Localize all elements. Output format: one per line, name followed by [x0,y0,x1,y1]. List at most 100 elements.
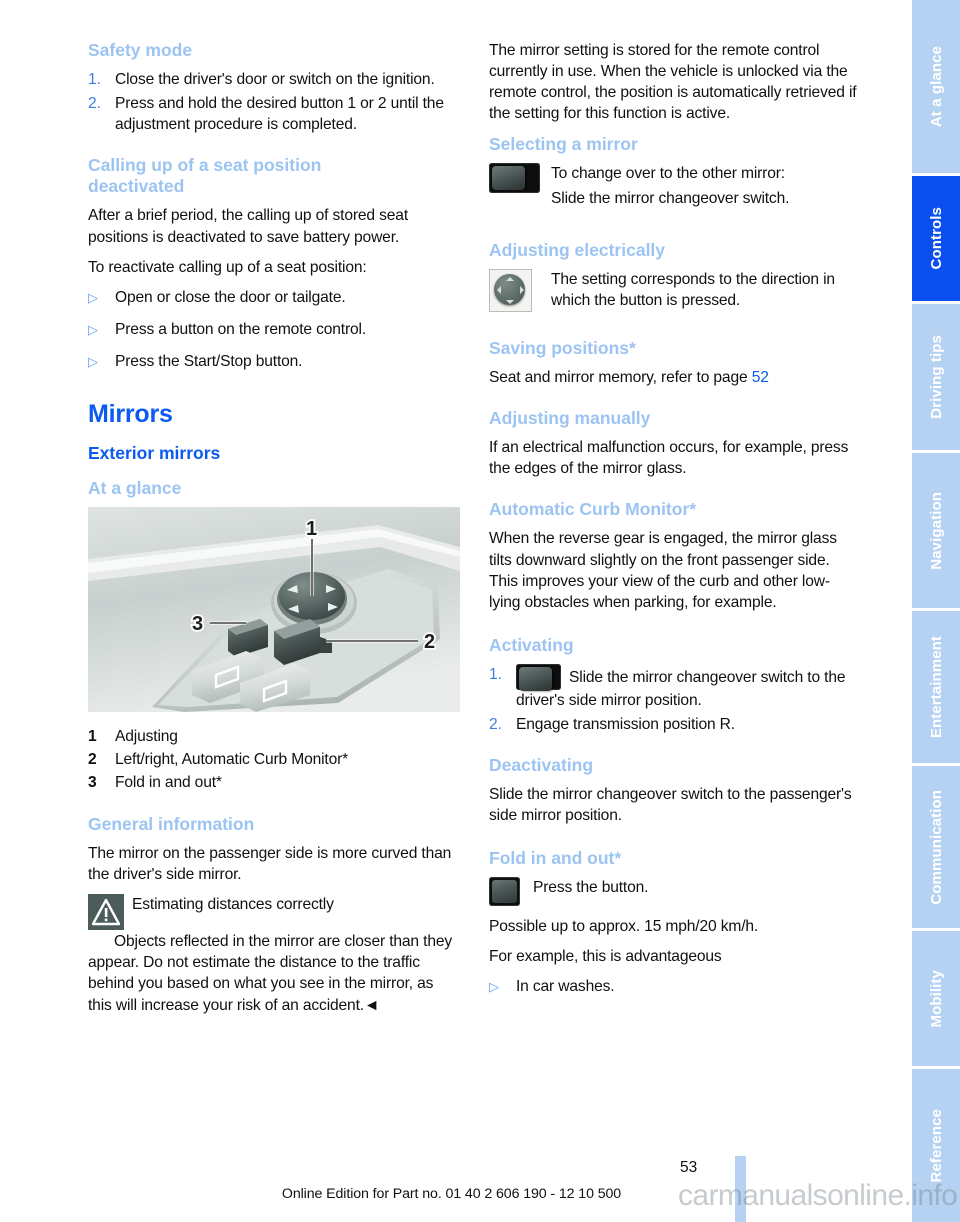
adjusting-electrically-text: The setting corresponds to the direction… [551,270,835,309]
fold-in-out-icon-block: Press the button. [489,877,861,907]
activating-steps: 1. Slide the mirror changeover switch to… [489,663,861,735]
heading-deactivating: Deactivating [489,755,594,776]
adjusting-electrically-icon-block: The setting corresponds to the direction… [489,268,861,320]
step-number: 1. [88,71,102,88]
rail-tab-communication[interactable]: Communication [912,766,960,928]
warning-triangle-icon [88,894,124,931]
rail-tab-driving-tips[interactable]: Driving tips [912,304,960,450]
legend-text: Left/right, Automatic Curb Monitor* [115,750,349,768]
safety-mode-steps: 1. Close the driver's door or switch on … [88,69,460,135]
calling-up-bullets: ▷ Open or close the door or tailgate. ▷ … [88,287,460,372]
fold-in-out-paragraph-1: Possible up to approx. 15 mph/20 km/h. [489,917,759,935]
triangle-bullet-icon: ▷ [489,978,499,994]
figure-exterior-mirror-controls: 1 3 2 [88,506,460,712]
triangle-bullet-icon: ▷ [88,289,98,305]
figure-legend: 1 Adjusting 2 Left/right, Automatic Curb… [88,728,460,792]
intro-paragraph: The mirror setting is stored for the rem… [489,42,857,123]
heading-selecting-a-mirror: Selecting a mirror [489,133,638,154]
rail-tab-entertainment[interactable]: Entertainment [912,611,960,763]
list-item: 1. Slide the mirror changeover switch to… [489,663,861,711]
bullet-text: Open or close the door or tailgate. [115,288,346,306]
rail-tab-at-a-glance[interactable]: At a glance [912,0,960,173]
rail-tab-label: Mobility [927,969,945,1028]
list-item: 3 Fold in and out* [88,774,460,792]
mirror-changeover-switch-icon [489,162,540,193]
rail-tab-controls[interactable]: Controls [912,176,960,301]
heading-adjusting-manually: Adjusting manually [489,408,651,429]
list-item: ▷ Press the Start/Stop button. [88,351,460,372]
rail-tab-mobility[interactable]: Mobility [912,931,960,1066]
list-item: ▷ Press a button on the remote control. [88,319,460,340]
list-item: 1. Close the driver's door or switch on … [88,69,460,90]
legend-text: Adjusting [115,727,178,745]
step-text: Slide the mirror changeover switch to th… [516,663,861,711]
calling-up-paragraph-1: After a brief period, the calling up of … [88,207,409,246]
heading-activating: Activating [489,634,574,655]
bullet-text: In car washes. [516,977,615,995]
arrow-right-icon [520,285,524,294]
icon-text-column: Press the button. [533,877,861,907]
rail-tab-reference[interactable]: Reference [912,1069,960,1222]
step-text: Engage transmission position R. [516,716,735,733]
figure-label-3: 3 [192,613,203,635]
step-number: 2. [489,716,503,733]
fold-in-out-press-text: Press the button. [533,879,649,897]
list-item: 2. Engage transmission position R. [489,714,861,735]
figure-label-2: 2 [424,631,435,653]
section-tab-rail: At a glance Controls Driving tips Naviga… [903,0,960,1222]
heading-automatic-curb-monitor: Automatic Curb Monitor* [489,499,697,520]
deactivating-text: Slide the mirror changeover switch to th… [489,786,852,825]
step-number: 2. [88,95,102,113]
list-item: 1 Adjusting [88,728,460,746]
heading-saving-positions: Saving positions* [489,338,636,358]
mirror-changeover-switch-icon [516,663,561,691]
right-column: The mirror setting is stored for the rem… [489,40,861,1008]
icon-column [489,268,551,320]
icon-column [489,162,551,218]
icon-text-column: To change over to the other mirror: Slid… [551,163,861,218]
icon-text-column: The setting corresponds to the direction… [551,269,861,320]
rail-tab-navigation[interactable]: Navigation [912,453,960,608]
warning-note: Estimating distances correctly [88,894,460,931]
rail-tab-label: Driving tips [927,335,945,419]
saving-positions-label: Seat and mirror memory, refer to page [489,369,752,386]
rail-tab-label: Navigation [927,491,945,570]
page-number: 53 [680,1159,698,1176]
rail-tab-label: Reference [927,1108,945,1183]
legend-number: 3 [88,773,97,791]
arrow-down-icon [506,299,514,304]
general-information-paragraph: The mirror on the passenger side is more… [88,844,452,883]
fold-in-out-paragraph-2: For example, this is advantageous [489,947,722,965]
step-text: Press and hold the desired button 1 or 2… [115,95,444,134]
warning-title: Estimating distances correctly [132,896,334,914]
rail-tab-label: Communication [927,789,945,905]
list-item: ▷ Open or close the door or tailgate. [88,287,460,308]
heading-at-a-glance: At a glance [88,477,182,498]
legend-number: 1 [88,727,97,745]
page-reference-link[interactable]: 52 [752,369,769,386]
heading-fold-in-and-out: Fold in and out* [489,848,622,869]
list-item: ▷ In car washes. [489,976,861,997]
warning-icon-column [88,894,132,931]
activating-step-1-text: Slide the mirror changeover switch to th… [516,668,846,709]
fold-mirror-button-icon [489,877,520,907]
figure-label-1: 1 [306,518,317,540]
adjusting-manually-text: If an electrical malfunction occurs, for… [489,439,849,478]
heading-calling-up-deactivated: Calling up of a seat position deactivate… [88,155,322,197]
heading-adjusting-electrically: Adjusting electrically [489,239,666,260]
bullet-text: Press the Start/Stop button. [115,353,303,370]
four-way-direction-button-icon [489,268,532,312]
left-column: Safety mode 1. Close the driver's door o… [88,40,460,1025]
step-number: 1. [489,665,503,683]
selecting-mirror-line-1: To change over to the other mirror: [551,164,785,182]
icon-column [489,877,533,907]
triangle-bullet-icon: ▷ [88,321,98,337]
warning-body: Objects reflected in the mirror are clos… [88,933,453,1014]
triangle-bullet-icon: ▷ [88,354,98,369]
page-title-mirrors: Mirrors [88,400,173,429]
heading-safety-mode: Safety mode [88,40,193,60]
rail-tab-label: At a glance [927,45,945,128]
rail-tab-label: Controls [927,207,945,270]
footer-edition-text: Online Edition for Part no. 01 40 2 606 … [281,1186,622,1202]
manual-page: Safety mode 1. Close the driver's door o… [0,0,960,1222]
